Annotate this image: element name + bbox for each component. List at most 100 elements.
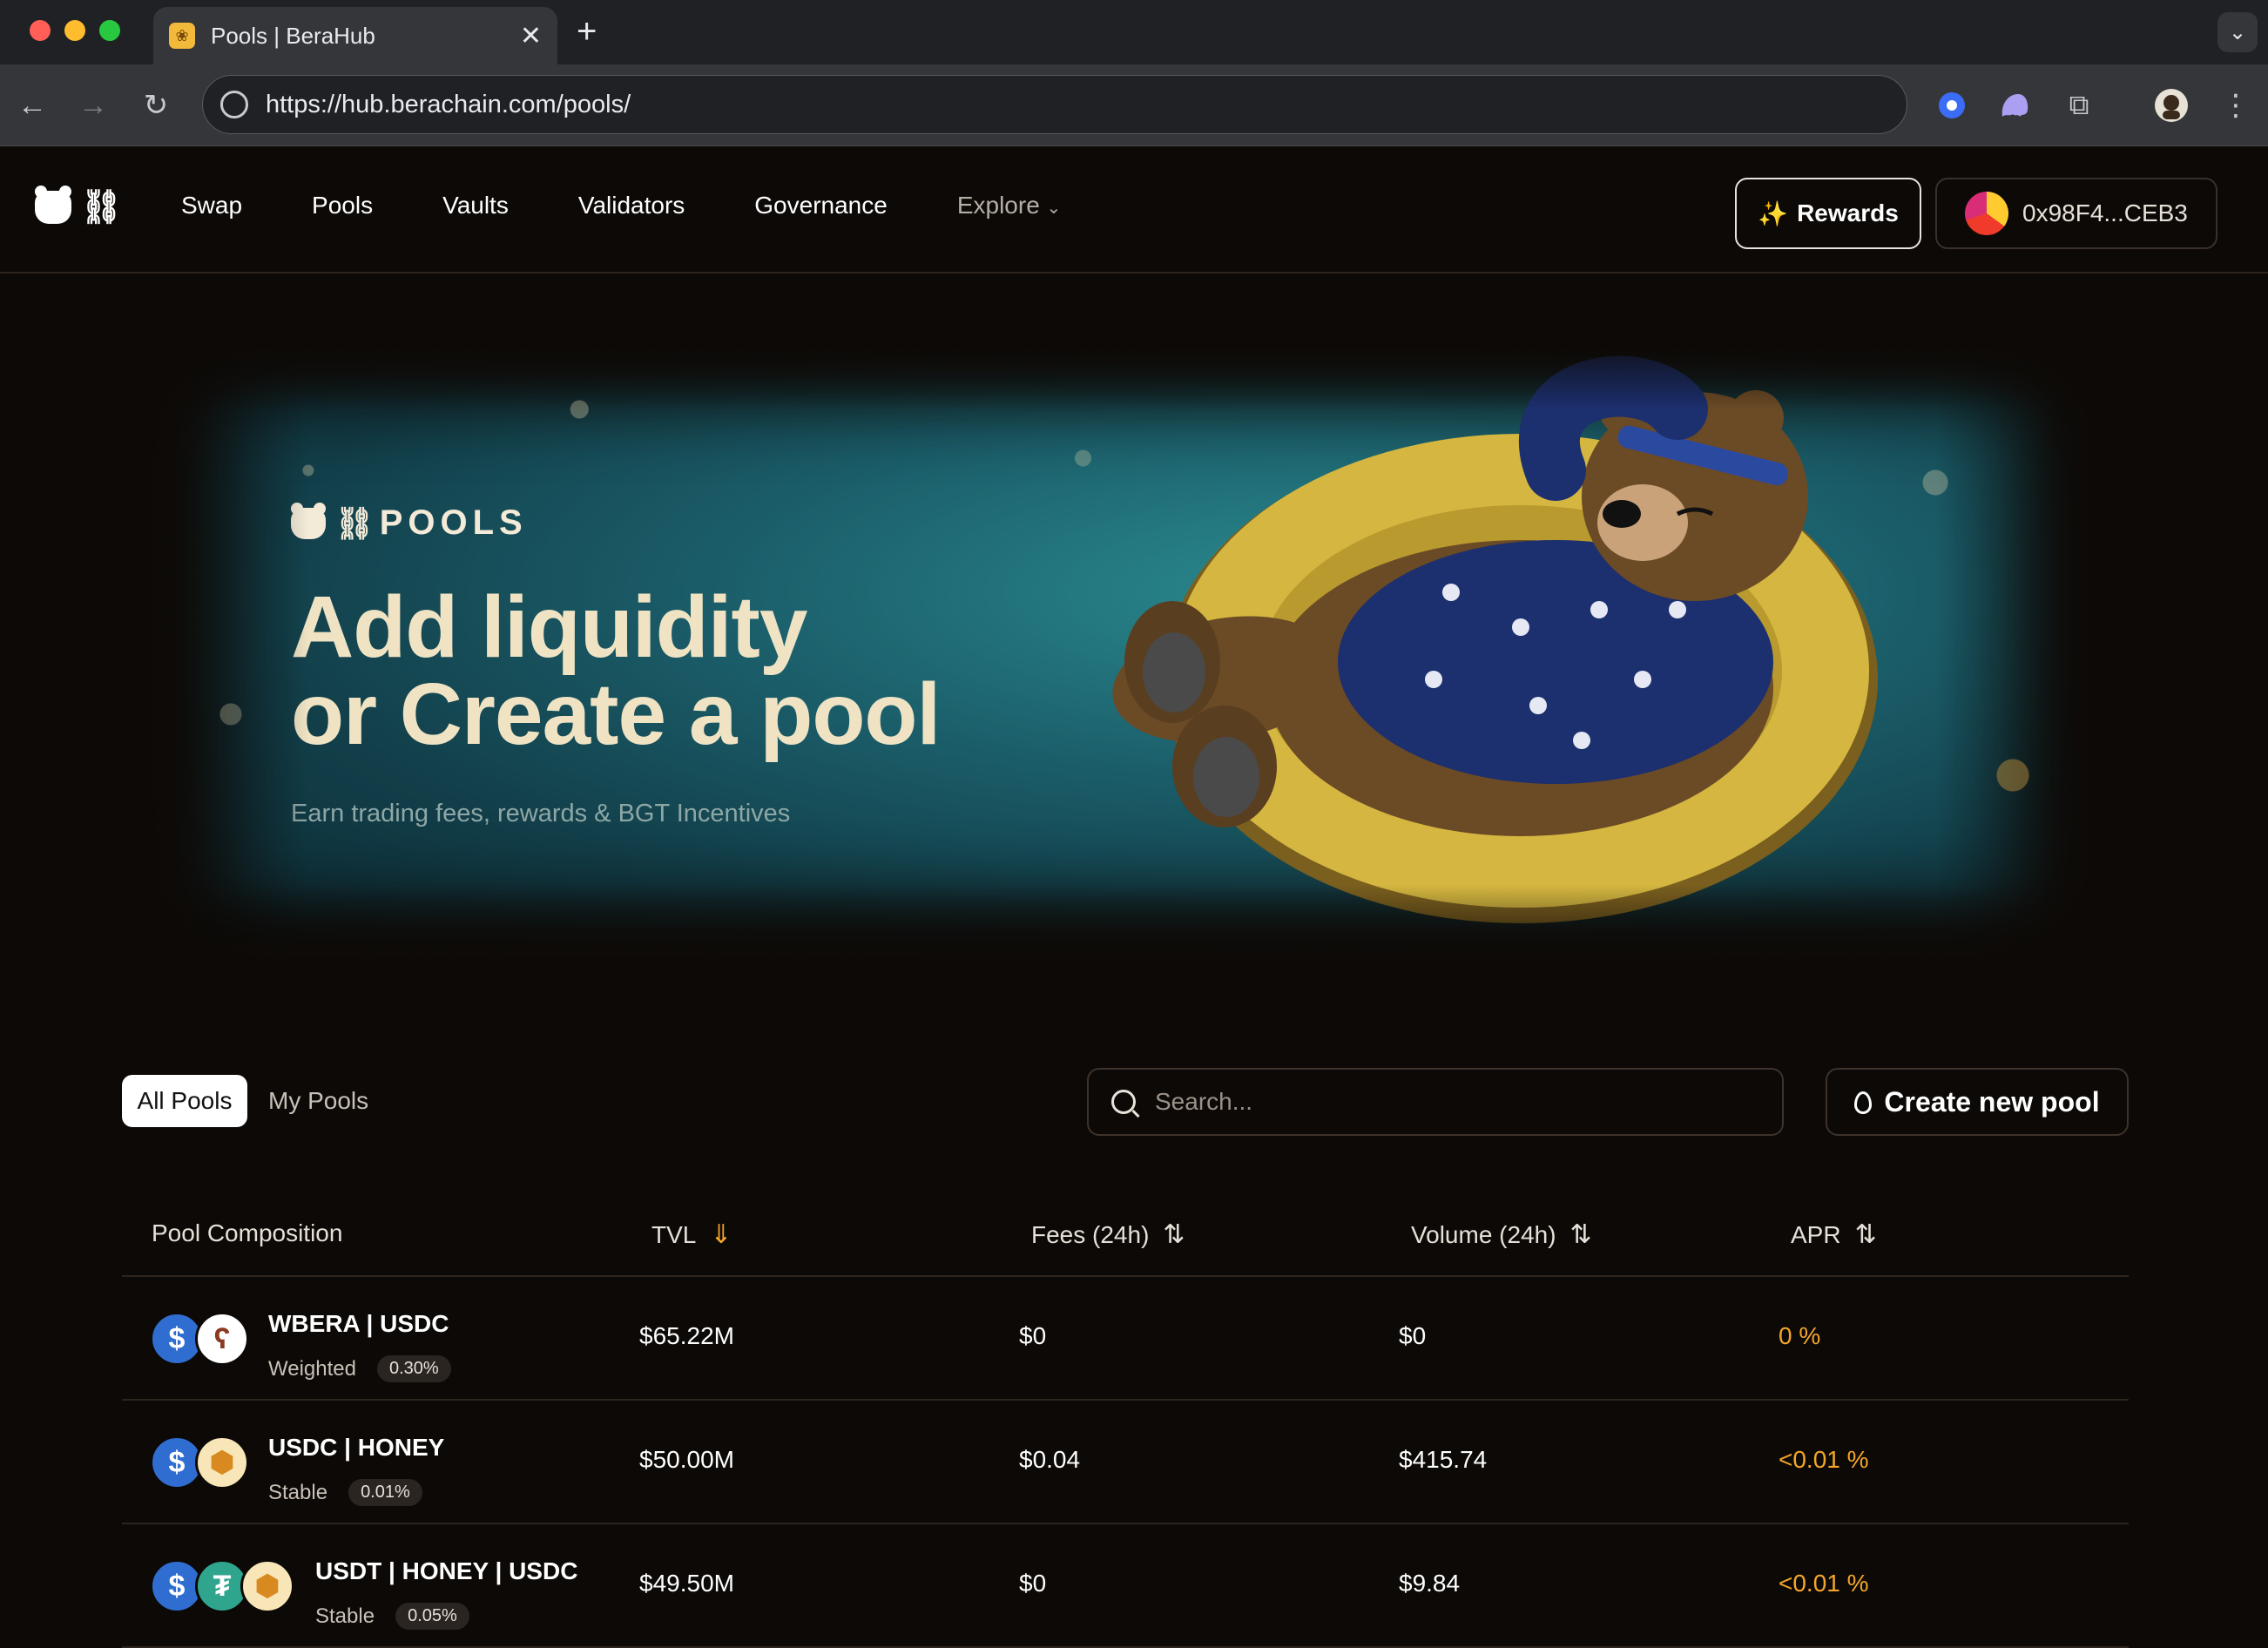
- table-row[interactable]: $ ₮ ⬢ USDT | HONEY | USDC Stable 0.05% $…: [122, 1524, 2129, 1648]
- tab-my-pools[interactable]: My Pools: [268, 1075, 368, 1127]
- hero-bear-icon: [291, 502, 326, 539]
- app-header: ⛓ Swap Pools Vaults Validators Governanc…: [0, 146, 2268, 274]
- sort-icon[interactable]: ⇅: [1855, 1219, 1877, 1250]
- new-tab-button[interactable]: +: [577, 12, 597, 51]
- volume-value: $9.84: [1399, 1570, 1461, 1597]
- pool-type: Weighted 0.30%: [268, 1355, 451, 1382]
- zoom-window-button[interactable]: [99, 20, 120, 41]
- droplet-icon: [1854, 1091, 1873, 1114]
- hero-title-line2: or Create a pool: [291, 665, 941, 763]
- hero-title: Add liquidity or Create a pool: [291, 578, 941, 763]
- extension-record-icon[interactable]: [1932, 85, 1972, 125]
- hero-chain-icon: ⛓: [334, 504, 375, 541]
- nav-explore-label: Explore: [956, 192, 1040, 219]
- pool-type: Stable 0.01%: [268, 1479, 422, 1506]
- pool-type: Stable 0.05%: [315, 1603, 469, 1630]
- pool-type-label: Weighted: [268, 1356, 356, 1381]
- wbera-token-icon: ʕ: [195, 1312, 249, 1366]
- pool-name: USDC | HONEY: [268, 1434, 445, 1461]
- browser-tab[interactable]: ❀ Pools | BeraHub ✕: [153, 7, 557, 64]
- honey-token-icon: ⬢: [240, 1559, 294, 1613]
- address-bar[interactable]: https://hub.berachain.com/pools/: [202, 75, 1907, 134]
- nav-swap[interactable]: Swap: [181, 192, 242, 220]
- reload-icon[interactable]: ↻: [136, 85, 176, 125]
- apr-value: <0.01 %: [1779, 1446, 1869, 1473]
- tvl-value: $50.00M: [639, 1446, 734, 1473]
- close-tab-icon[interactable]: ✕: [520, 21, 542, 51]
- sort-desc-icon[interactable]: ⇓: [710, 1219, 732, 1250]
- pool-type-label: Stable: [315, 1604, 375, 1628]
- wallet-avatar: [1965, 192, 2008, 235]
- pool-type-label: Stable: [268, 1480, 328, 1504]
- create-new-pool-button[interactable]: Create new pool: [1826, 1068, 2129, 1136]
- rewards-label: Rewards: [1797, 199, 1899, 226]
- nav-validators[interactable]: Validators: [578, 192, 685, 220]
- header-apr-label: APR: [1791, 1220, 1841, 1248]
- bear-logo-icon: [35, 186, 71, 224]
- volume-value: $415.74: [1399, 1446, 1488, 1473]
- table-row[interactable]: $ ʕ WBERA | USDC Weighted 0.30% $65.22M …: [122, 1277, 2129, 1401]
- fees-value: $0: [1019, 1570, 1047, 1597]
- nav-pools[interactable]: Pools: [312, 192, 373, 220]
- hero-subtitle: Earn trading fees, rewards & BGT Incenti…: [291, 800, 791, 827]
- fee-badge: 0.30%: [376, 1355, 451, 1382]
- hero-brand-word: POOLS: [379, 503, 528, 542]
- nav-governance[interactable]: Governance: [754, 192, 888, 220]
- header-tvl[interactable]: TVL ⇓: [651, 1219, 732, 1250]
- header-volume-label: Volume (24h): [1411, 1220, 1556, 1248]
- header-fees-label: Fees (24h): [1031, 1220, 1150, 1248]
- hero-title-line1: Add liquidity: [291, 578, 807, 676]
- table-row[interactable]: $ ⬢ USDC | HONEY Stable 0.01% $50.00M $0…: [122, 1401, 2129, 1524]
- header-apr[interactable]: APR ⇅: [1791, 1219, 1877, 1250]
- browser-menu-icon[interactable]: ⋮: [2216, 85, 2256, 125]
- tab-title: Pools | BeraHub: [211, 22, 375, 49]
- main-nav: Swap Pools Vaults Validators Governance …: [181, 192, 1131, 220]
- wallet-button[interactable]: 0x98F4...CEB3: [1935, 178, 2217, 249]
- bear-on-float-illustration: [1112, 355, 1878, 923]
- fees-value: $0.04: [1019, 1446, 1081, 1473]
- extension-ghost-icon[interactable]: [1995, 85, 2035, 125]
- pool-name: USDT | HONEY | USDC: [315, 1557, 578, 1584]
- forward-arrow-icon[interactable]: →: [73, 85, 113, 125]
- back-arrow-icon[interactable]: ←: [12, 85, 52, 125]
- header-pool-composition: Pool Composition: [152, 1219, 342, 1247]
- fees-value: $0: [1019, 1322, 1047, 1349]
- header-fees[interactable]: Fees (24h) ⇅: [1031, 1219, 1185, 1250]
- sort-icon[interactable]: ⇅: [1163, 1219, 1185, 1250]
- rewards-button[interactable]: ✨ Rewards: [1735, 178, 1921, 249]
- browser-toolbar: ← → ↻ https://hub.berachain.com/pools/ ⧉…: [0, 64, 2268, 146]
- create-new-pool-label: Create new pool: [1884, 1085, 2100, 1118]
- header-tvl-label: TVL: [651, 1220, 697, 1248]
- volume-value: $0: [1399, 1322, 1427, 1349]
- header-volume[interactable]: Volume (24h) ⇅: [1411, 1219, 1592, 1250]
- extensions-puzzle-icon[interactable]: ⧉: [2059, 85, 2099, 125]
- address-url: https://hub.berachain.com/pools/: [266, 90, 631, 118]
- nav-explore[interactable]: Explore ⌄: [957, 192, 1061, 220]
- pool-token-icons: $ ʕ: [150, 1312, 249, 1366]
- wallet-address: 0x98F4...CEB3: [2022, 199, 2188, 226]
- search-box: [1087, 1068, 1784, 1136]
- minimize-window-button[interactable]: [64, 20, 85, 41]
- berahub-logo[interactable]: ⛓: [35, 186, 122, 226]
- sort-icon[interactable]: ⇅: [1570, 1219, 1592, 1250]
- fee-badge: 0.01%: [348, 1479, 422, 1506]
- chevron-down-icon: ⌄: [1046, 199, 1062, 218]
- chain-logo-icon: ⛓: [80, 189, 122, 226]
- tab-search-chevron-icon[interactable]: ⌄: [2217, 12, 2258, 52]
- search-icon: [1111, 1090, 1136, 1114]
- apr-value: 0 %: [1779, 1322, 1821, 1349]
- header-pool-composition-label: Pool Composition: [152, 1219, 343, 1246]
- search-input[interactable]: [1155, 1088, 1765, 1116]
- sparkle-icon: ✨: [1758, 199, 1789, 227]
- tab-all-pools[interactable]: All Pools: [122, 1075, 247, 1127]
- berahub-favicon-icon: ❀: [169, 23, 195, 49]
- close-window-button[interactable]: [30, 20, 51, 41]
- pools-table-header: Pool Composition TVL ⇓ Fees (24h) ⇅ Volume…: [122, 1204, 2129, 1277]
- pool-name: WBERA | USDC: [268, 1310, 449, 1337]
- tvl-value: $49.50M: [639, 1570, 734, 1597]
- site-info-icon[interactable]: [220, 91, 248, 118]
- nav-vaults[interactable]: Vaults: [442, 192, 509, 220]
- profile-avatar[interactable]: [2151, 85, 2191, 125]
- pool-token-icons: $ ⬢: [150, 1435, 249, 1489]
- pools-hero-banner: ⛓ POOLS Add liquidity or Create a pool E…: [153, 348, 2090, 958]
